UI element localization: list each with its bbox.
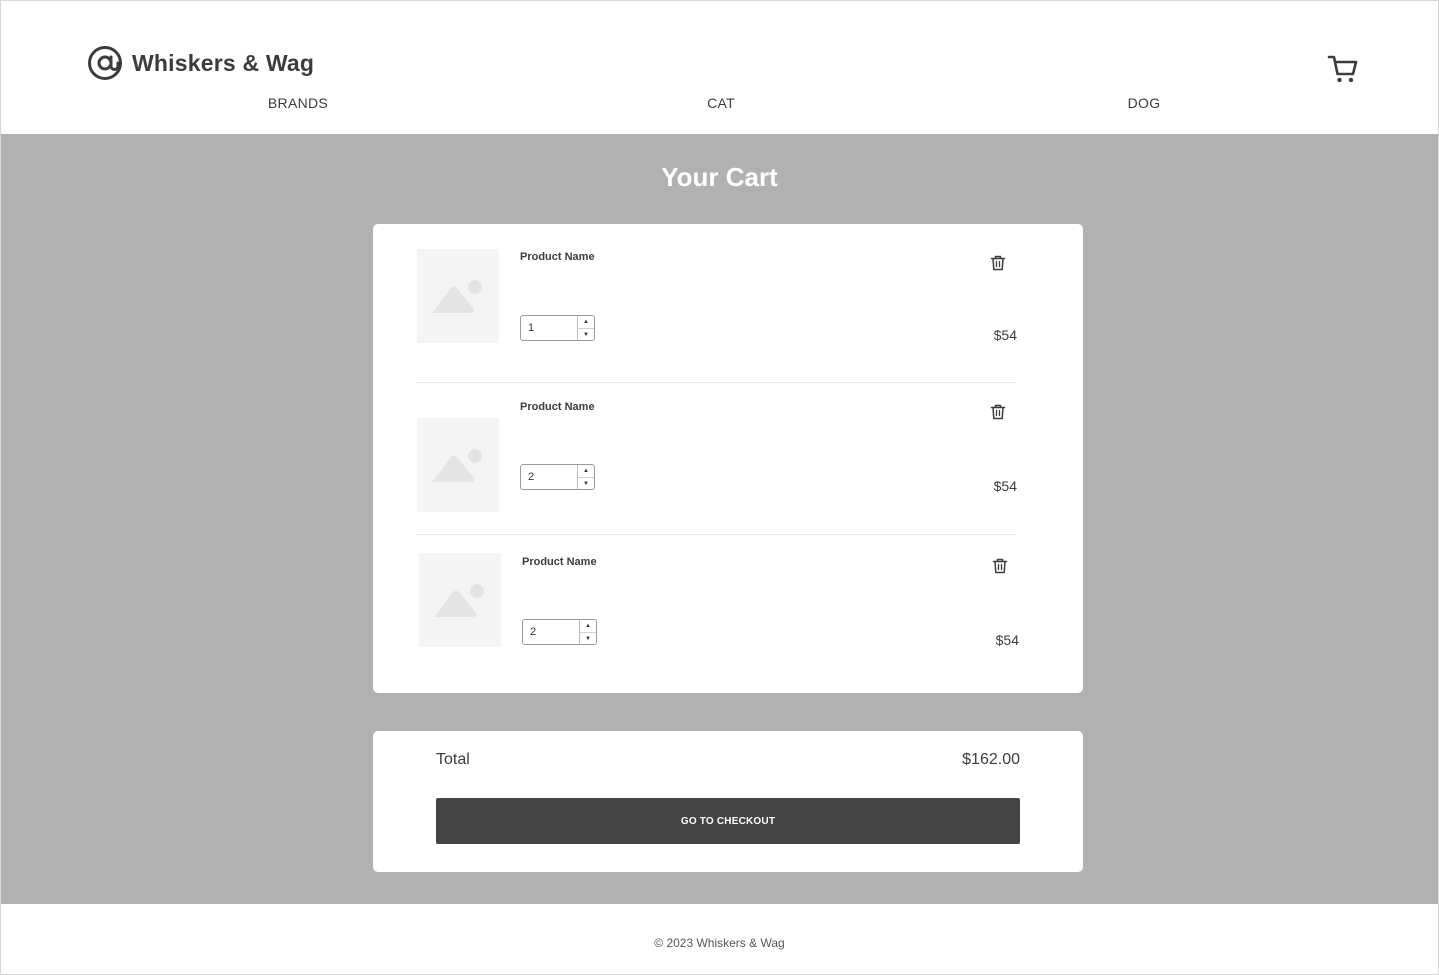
product-image <box>419 553 501 647</box>
copyright-text: © 2023 Whiskers & Wag <box>654 936 785 950</box>
quantity-increase-button[interactable]: ▲ <box>578 316 594 329</box>
quantity-stepper: ▲ ▼ <box>522 619 597 645</box>
quantity-spinner: ▲ ▼ <box>579 620 596 644</box>
product-price: $54 <box>995 632 1019 648</box>
quantity-spinner: ▲ ▼ <box>577 316 594 340</box>
product-image <box>417 249 499 343</box>
product-image <box>417 418 499 512</box>
brand-name: Whiskers & Wag <box>132 49 315 76</box>
product-name: Product Name <box>522 556 597 568</box>
quantity-input[interactable] <box>521 316 577 340</box>
quantity-decrease-button[interactable]: ▼ <box>578 478 594 490</box>
quantity-increase-button[interactable]: ▲ <box>580 620 596 633</box>
cart-item: Product Name ▲ ▼ $54 <box>419 553 1019 663</box>
cart-item: Product Name ▲ ▼ $54 <box>417 399 1017 512</box>
total-label: Total <box>436 751 470 768</box>
product-price: $54 <box>993 478 1017 494</box>
trash-icon[interactable] <box>989 254 1007 272</box>
brand-logo-link[interactable]: Whiskers & Wag <box>87 45 314 81</box>
quantity-stepper: ▲ ▼ <box>520 315 595 341</box>
quantity-decrease-button[interactable]: ▼ <box>578 329 594 341</box>
quantity-input[interactable] <box>523 620 579 644</box>
image-placeholder-icon <box>417 418 499 512</box>
quantity-decrease-button[interactable]: ▼ <box>580 633 596 645</box>
nav-item-brands[interactable]: BRANDS <box>268 95 328 111</box>
at-sign-icon <box>88 46 122 80</box>
shopping-cart-icon[interactable] <box>1327 53 1359 85</box>
quantity-input[interactable] <box>521 465 577 489</box>
product-name: Product Name <box>520 251 595 263</box>
trash-icon[interactable] <box>989 403 1007 421</box>
product-price: $54 <box>993 327 1017 343</box>
site-header: Whiskers & Wag BRANDS CAT DOG <box>1 1 1438 134</box>
item-divider <box>417 382 1015 383</box>
total-value: $162.00 <box>962 751 1020 768</box>
cart-item: Product Name ▲ ▼ $54 <box>417 249 1017 359</box>
item-divider <box>417 534 1015 535</box>
image-placeholder-icon <box>419 553 501 647</box>
checkout-button[interactable]: GO TO CHECKOUT <box>436 798 1020 844</box>
site-footer: © 2023 Whiskers & Wag <box>1 904 1438 974</box>
product-name: Product Name <box>520 401 595 413</box>
order-summary-card: Total $162.00 GO TO CHECKOUT <box>373 731 1083 872</box>
nav-item-dog[interactable]: DOG <box>1128 95 1161 111</box>
quantity-stepper: ▲ ▼ <box>520 464 595 490</box>
page-title: Your Cart <box>661 162 778 192</box>
page: Whiskers & Wag BRANDS CAT DOG Your Cart <box>0 0 1439 975</box>
image-placeholder-icon <box>417 249 499 343</box>
cart-items-card: Product Name ▲ ▼ $54 <box>373 224 1083 693</box>
quantity-increase-button[interactable]: ▲ <box>578 465 594 478</box>
cart-section: Your Cart Product Name ▲ ▼ <box>1 134 1438 904</box>
nav-item-cat[interactable]: CAT <box>707 95 735 111</box>
quantity-spinner: ▲ ▼ <box>577 465 594 489</box>
trash-icon[interactable] <box>991 557 1009 575</box>
